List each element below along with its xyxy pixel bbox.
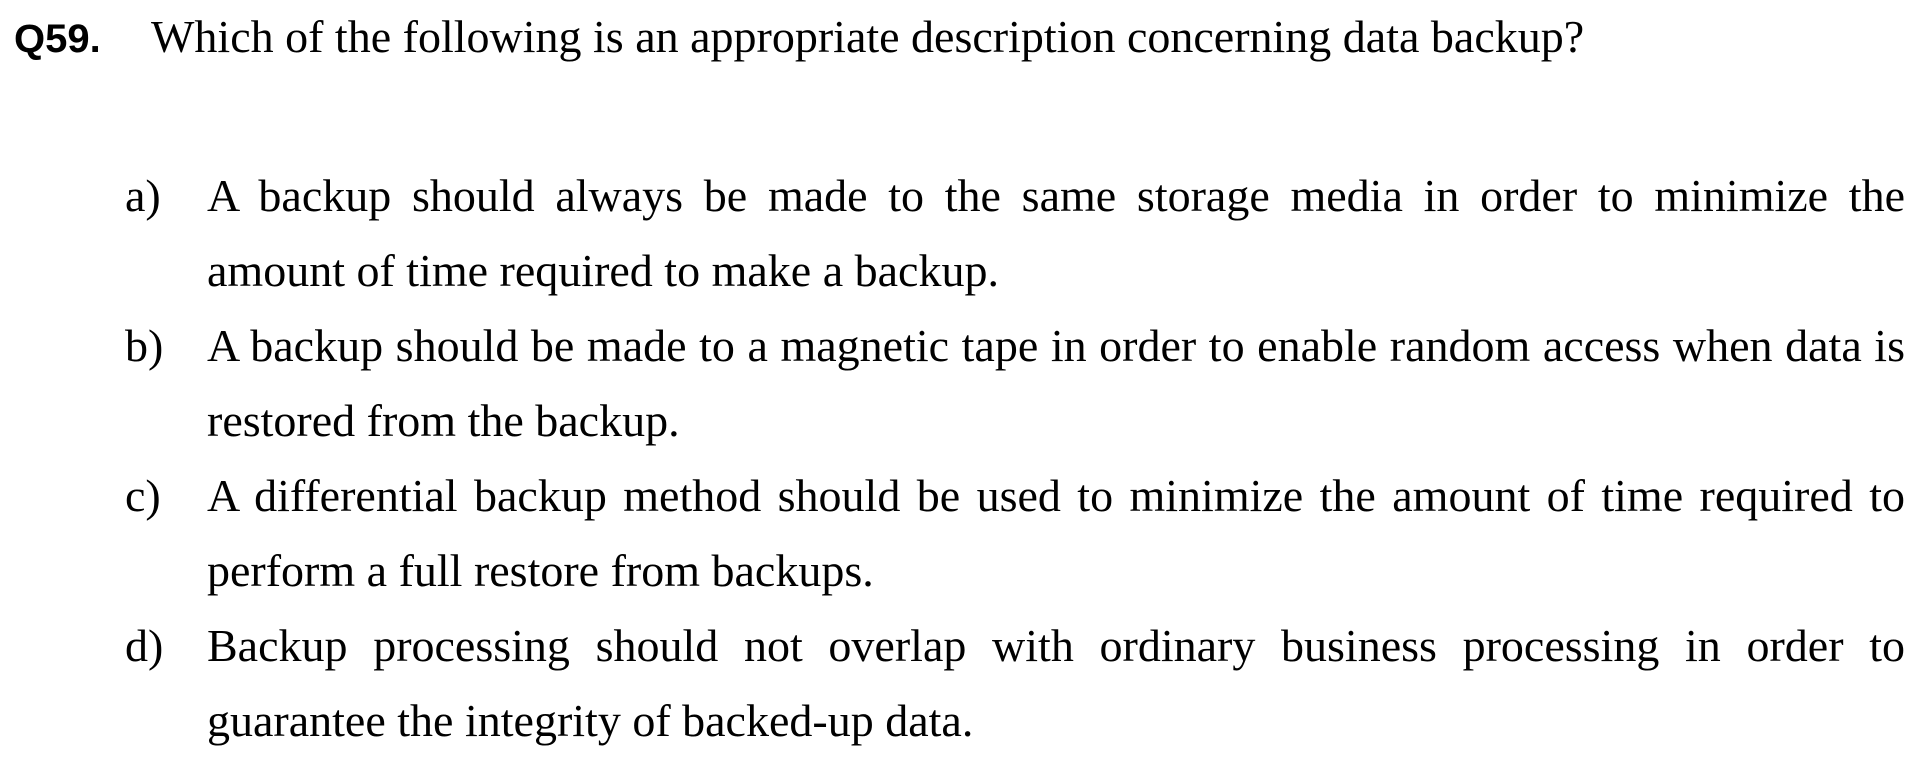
option-text: A backup should be made to a magnetic ta…	[207, 320, 1905, 446]
option-label: b)	[125, 320, 164, 371]
option-text: Backup processing should not overlap wit…	[207, 620, 1905, 746]
question-header: Q59. Which of the following is an approp…	[14, 10, 1910, 63]
question-number: Q59.	[14, 17, 101, 61]
option-text: A differential backup method should be u…	[207, 470, 1905, 596]
answer-options: a) A backup should always be made to the…	[125, 158, 1905, 758]
option-label: c)	[125, 470, 161, 521]
option-b[interactable]: b) A backup should be made to a magnetic…	[125, 308, 1905, 458]
option-d[interactable]: d) Backup processing should not overlap …	[125, 608, 1905, 758]
question-text: Which of the following is an appropriate…	[151, 11, 1585, 62]
option-c[interactable]: c) A differential backup method should b…	[125, 458, 1905, 608]
option-label: d)	[125, 620, 164, 671]
option-a[interactable]: a) A backup should always be made to the…	[125, 158, 1905, 308]
option-label: a)	[125, 170, 161, 221]
option-text: A backup should always be made to the sa…	[207, 170, 1905, 296]
